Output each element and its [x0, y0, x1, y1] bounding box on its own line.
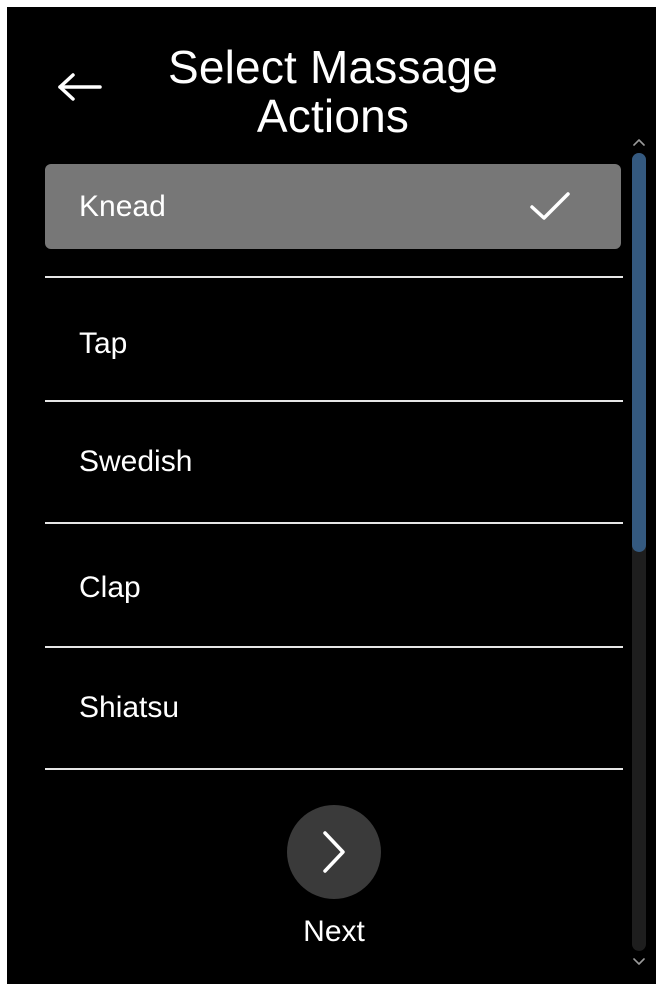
action-label: Tap	[79, 327, 128, 360]
list-item-clap[interactable]: Clap	[45, 524, 623, 648]
next-label: Next	[303, 915, 365, 948]
list-item-swedish[interactable]: Swedish	[45, 402, 623, 524]
list-item-knead[interactable]: Knead	[45, 162, 623, 278]
action-label: Knead	[79, 190, 166, 223]
scroll-track[interactable]	[632, 153, 646, 951]
back-button[interactable]	[53, 65, 105, 109]
left-arrow-icon	[58, 73, 102, 101]
page-title: Select Massage Actions	[167, 41, 499, 142]
scroll-down-arrow-icon[interactable]	[632, 957, 646, 967]
checkmark-icon	[530, 192, 570, 220]
list-item-tap[interactable]: Tap	[45, 278, 623, 402]
action-label: Swedish	[79, 445, 193, 478]
scroll-up-arrow-icon[interactable]	[632, 137, 646, 147]
chevron-right-icon	[323, 831, 345, 873]
scroll-thumb[interactable]	[632, 153, 646, 552]
divider	[45, 768, 623, 770]
massage-action-list: Knead Tap Swedish Clap Shiatsu	[45, 162, 623, 770]
scrollbar[interactable]	[628, 137, 650, 967]
massage-action-screen: Select Massage Actions Knead Tap Swedish …	[7, 7, 656, 984]
list-item-shiatsu[interactable]: Shiatsu	[45, 648, 623, 770]
action-label: Clap	[79, 571, 141, 604]
action-label: Shiatsu	[79, 691, 180, 724]
next-button[interactable]	[287, 805, 381, 899]
